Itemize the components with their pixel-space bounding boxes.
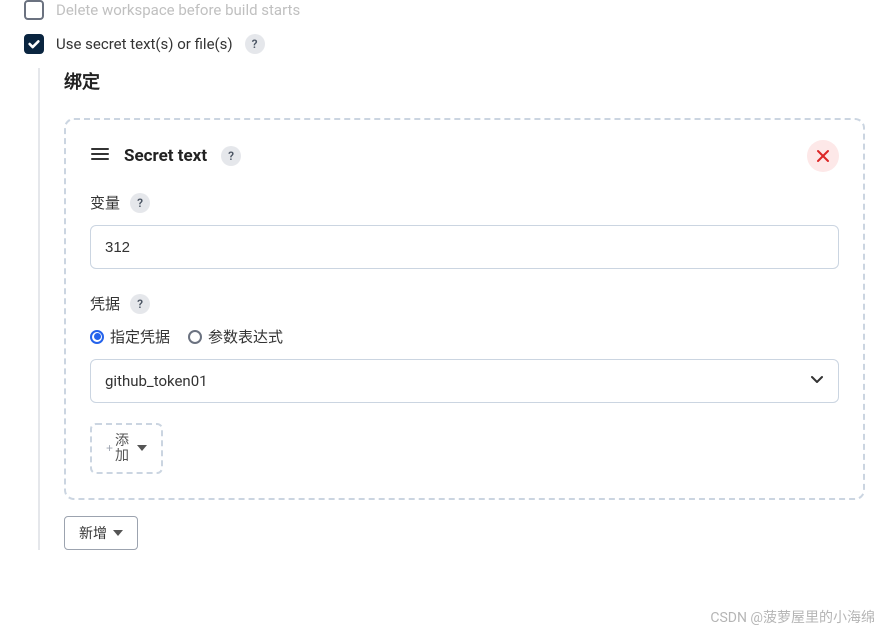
credential-select[interactable]: github_token01 — [90, 359, 839, 403]
use-secret-checkbox[interactable] — [24, 34, 44, 54]
remove-binding-button[interactable] — [807, 140, 839, 172]
delete-workspace-label: Delete workspace before build starts — [56, 1, 300, 19]
add-credential-button[interactable]: + 添 加 — [90, 423, 163, 474]
radio-specific-credential[interactable]: 指定凭据 — [90, 326, 170, 347]
credential-selected-value: github_token01 — [105, 372, 208, 390]
help-icon[interactable]: ? — [130, 294, 150, 314]
help-icon[interactable]: ? — [221, 146, 241, 166]
drag-handle-icon[interactable] — [90, 146, 110, 166]
caret-down-icon — [137, 440, 147, 456]
use-secret-label: Use secret text(s) or file(s) — [56, 35, 233, 53]
new-button-label: 新增 — [79, 523, 107, 543]
help-icon[interactable]: ? — [245, 34, 265, 54]
watermark-text: CSDN @菠萝屋里的小海绵 — [710, 607, 875, 627]
bindings-title: 绑定 — [64, 68, 865, 94]
radio-parameter-expression[interactable]: 参数表达式 — [188, 326, 283, 347]
radio-icon — [188, 330, 202, 344]
variable-input[interactable] — [90, 225, 839, 269]
secret-text-binding-box: Secret text ? 变量 ? 凭据 ? — [64, 118, 865, 500]
radio-specific-label: 指定凭据 — [110, 326, 170, 347]
add-button-label: 添 加 — [115, 433, 129, 464]
credential-label: 凭据 — [90, 293, 120, 314]
close-icon — [816, 149, 830, 163]
help-icon[interactable]: ? — [130, 193, 150, 213]
caret-down-icon — [113, 525, 123, 541]
delete-workspace-checkbox[interactable] — [24, 0, 44, 20]
variable-label: 变量 — [90, 192, 120, 213]
radio-icon — [90, 330, 104, 344]
new-binding-button[interactable]: 新增 — [64, 516, 138, 550]
secret-text-header: Secret text — [124, 146, 207, 166]
plus-icon: + — [106, 441, 113, 455]
radio-expression-label: 参数表达式 — [208, 326, 283, 347]
